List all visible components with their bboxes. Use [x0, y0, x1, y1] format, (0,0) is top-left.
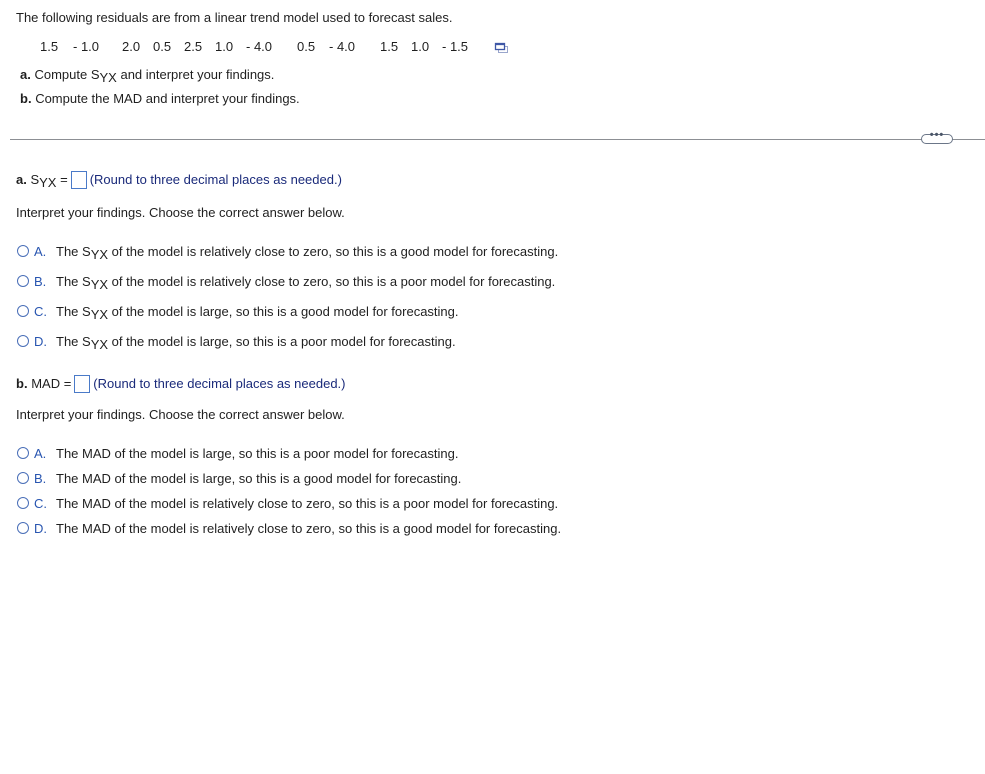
part-b-answer-row: b. MAD = (Round to three decimal places a… — [16, 375, 346, 393]
section-divider — [10, 139, 985, 140]
residual-value: 1.0 — [215, 39, 234, 54]
residual-value: 2.5 — [184, 39, 203, 54]
option-text-post: of the model is relatively close to zero… — [108, 274, 556, 289]
option-letter: C. — [34, 304, 47, 319]
residual-value: 0.5 — [297, 39, 316, 54]
task-text: Compute the MAD and interpret your findi… — [35, 91, 300, 106]
task-text-post: and interpret your findings. — [116, 67, 275, 82]
task-letter: b. — [20, 91, 32, 106]
option-letter: D. — [34, 334, 47, 349]
radio-button[interactable] — [17, 447, 29, 459]
syx-answer-input[interactable] — [70, 171, 87, 189]
part-a-prompt: Interpret your findings. Choose the corr… — [16, 205, 345, 220]
option-text-post: of the model is large, so this is a good… — [108, 304, 459, 319]
radio-button[interactable] — [17, 472, 29, 484]
radio-button[interactable] — [17, 245, 29, 257]
residual-value: - 1.0 — [73, 39, 100, 54]
option-letter: B. — [34, 274, 47, 289]
residual-value: - 1.5 — [442, 39, 469, 54]
more-options-icon: ••• — [929, 129, 945, 141]
part-b-option-d[interactable]: D. The MAD of the model is relatively clo… — [17, 521, 561, 537]
residuals-row: 1.5 - 1.0 2.0 0.5 2.5 1.0 - 4.0 0.5 - 4.… — [0, 39, 520, 55]
radio-button[interactable] — [17, 335, 29, 347]
radio-button[interactable] — [17, 497, 29, 509]
residual-value: 2.0 — [122, 39, 141, 54]
option-letter: A. — [34, 244, 47, 259]
part-b-prompt: Interpret your findings. Choose the corr… — [16, 407, 345, 422]
option-text: The S — [56, 274, 91, 289]
option-text-post: of the model is relatively close to zero… — [108, 244, 559, 259]
part-b-option-c[interactable]: C. The MAD of the model is relatively clo… — [17, 496, 558, 512]
mad-label: MAD = — [31, 376, 72, 391]
option-text: The MAD of the model is relatively close… — [56, 521, 562, 536]
option-text: The S — [56, 334, 91, 349]
residual-value: 1.5 — [380, 39, 399, 54]
syx-subscript: YX — [39, 175, 57, 190]
option-text: The MAD of the model is large, so this i… — [56, 471, 462, 486]
residual-value: 1.0 — [411, 39, 430, 54]
option-letter: D. — [34, 521, 47, 536]
option-letter: B. — [34, 471, 47, 486]
copy-data-icon[interactable] — [494, 42, 510, 54]
option-letter: A. — [34, 446, 47, 461]
option-text: The S — [56, 304, 91, 319]
part-a-answer-row: a. SYX = (Round to three decimal places a… — [16, 171, 342, 189]
part-a-option-b[interactable]: B. The SYX of the model is relatively clo… — [17, 274, 556, 292]
part-b-option-b[interactable]: B. The MAD of the model is large, so this… — [17, 471, 461, 487]
part-a-option-d[interactable]: D. The SYX of the model is large, so this… — [17, 334, 456, 352]
task-letter: a. — [20, 67, 31, 82]
option-text: The MAD of the model is large, so this i… — [56, 446, 459, 461]
option-text: The MAD of the model is relatively close… — [56, 496, 559, 511]
radio-button[interactable] — [17, 305, 29, 317]
task-b: b. Compute the MAD and interpret your fi… — [20, 91, 300, 106]
residual-value: - 4.0 — [246, 39, 273, 54]
syx-symbol: S — [30, 172, 40, 187]
task-a: a. Compute SYX and interpret your findin… — [20, 67, 275, 85]
option-letter: C. — [34, 496, 47, 511]
option-subscript: YX — [90, 337, 109, 352]
part-b-option-a[interactable]: A. The MAD of the model is large, so this… — [17, 446, 458, 462]
task-subscript: YX — [99, 70, 117, 85]
option-subscript: YX — [90, 247, 109, 262]
option-subscript: YX — [90, 307, 109, 322]
option-text-post: of the model is large, so this is a poor… — [108, 334, 456, 349]
task-text: Compute S — [34, 67, 100, 82]
radio-button[interactable] — [17, 522, 29, 534]
residual-value: 1.5 — [40, 39, 59, 54]
part-a-option-c[interactable]: C. The SYX of the model is large, so this… — [17, 304, 459, 322]
option-text: The S — [56, 244, 91, 259]
rounding-hint: (Round to three decimal places as needed… — [89, 172, 342, 187]
part-a-letter: a. — [16, 172, 27, 187]
residual-value: - 4.0 — [329, 39, 356, 54]
part-a-option-a[interactable]: A. The SYX of the model is relatively clo… — [17, 244, 559, 262]
rounding-hint: (Round to three decimal places as needed… — [93, 376, 346, 391]
equals-sign: = — [60, 172, 68, 187]
mad-answer-input[interactable] — [74, 375, 91, 393]
question-intro: The following residuals are from a linea… — [16, 10, 453, 25]
part-b-letter: b. — [16, 376, 28, 391]
residual-value: 0.5 — [153, 39, 172, 54]
more-options-button[interactable]: ••• — [921, 129, 953, 144]
option-subscript: YX — [90, 277, 109, 292]
radio-button[interactable] — [17, 275, 29, 287]
